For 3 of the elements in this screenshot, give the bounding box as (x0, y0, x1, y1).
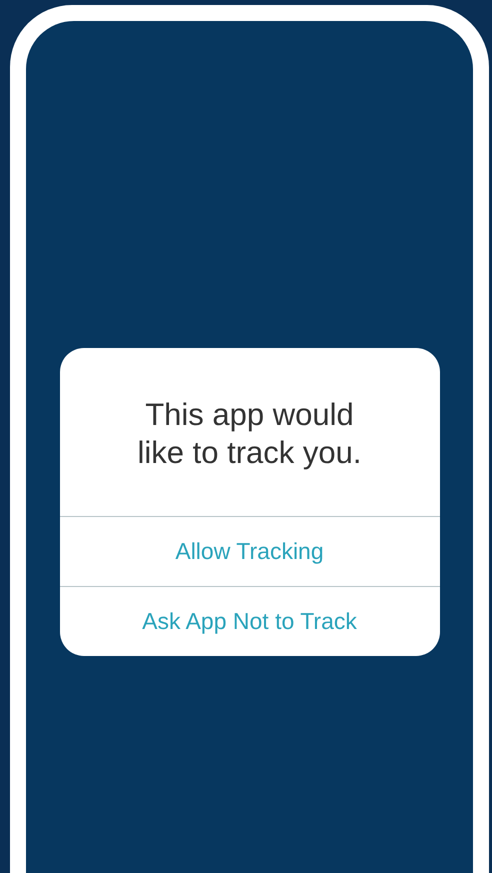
dialog-title: This app would like to track you. (136, 396, 362, 472)
dialog-button[interactable]: Allow Tracking (60, 516, 440, 586)
dialog-button[interactable]: Ask App Not to Track (60, 586, 440, 656)
